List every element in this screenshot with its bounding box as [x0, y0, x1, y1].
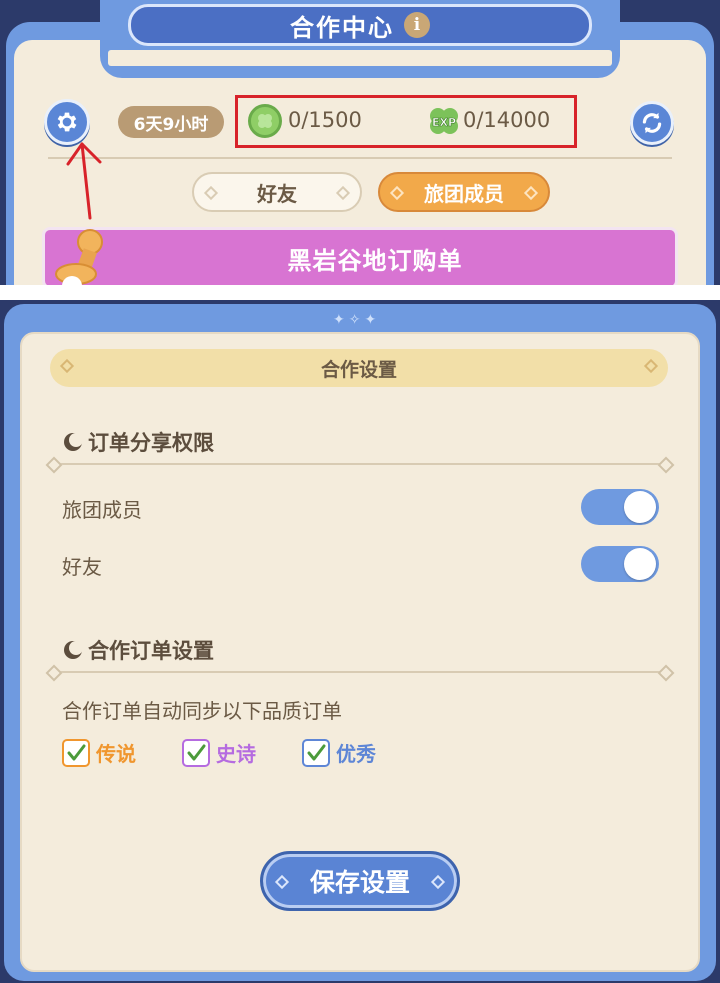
section-divider: [52, 671, 668, 673]
settings-title-bar: 合作设置: [50, 349, 668, 387]
cooperation-center-panel: 合作中心 i 6天9小时 0/1500 EXP 0/14000 好友 旅团成员 …: [0, 0, 720, 285]
crescent-icon: [64, 433, 83, 451]
title-bar: 合作中心 i: [128, 4, 592, 46]
timer-badge: 6天9小时: [118, 106, 224, 138]
order-banner[interactable]: 黑岩谷地订购单: [42, 227, 678, 285]
refresh-button[interactable]: [630, 101, 674, 145]
checkmark-icon: [182, 738, 210, 767]
exp-progress: 0/14000: [463, 108, 551, 132]
ornament: ✦✧✦: [333, 312, 381, 328]
red-arrow-annotation: [66, 142, 102, 220]
gear-icon: [57, 112, 77, 132]
dialog-title: 合作设置: [320, 358, 397, 381]
tab-guild-members-label: 旅团成员: [424, 181, 504, 206]
checkmark-icon: [302, 738, 330, 767]
title-underline: [108, 50, 612, 66]
info-icon[interactable]: i: [404, 12, 430, 38]
tab-friends-label: 好友: [257, 181, 297, 206]
coin-progress: 0/1500: [288, 108, 362, 132]
quality-epic-checkbox[interactable]: 史诗: [182, 738, 256, 767]
section-divider: [52, 463, 668, 465]
tab-friends[interactable]: 好友: [192, 172, 362, 212]
save-settings-label: 保存设置: [309, 868, 410, 897]
friends-toggle[interactable]: [581, 546, 659, 582]
share-row-label: 旅团成员: [62, 498, 142, 522]
exp-icon: EXP: [426, 104, 462, 138]
divider: [48, 157, 672, 159]
save-settings-button[interactable]: 保存设置: [260, 851, 460, 911]
share-row-label: 好友: [62, 555, 102, 579]
share-section-heading: 订单分享权限: [62, 427, 214, 457]
pin-icon: [55, 229, 103, 285]
guild-members-toggle[interactable]: [581, 489, 659, 525]
svg-text:EXP: EXP: [432, 116, 456, 129]
page-title: 合作中心: [290, 13, 394, 42]
quality-legendary-checkbox[interactable]: 传说: [62, 738, 136, 767]
clover-coin-icon: [248, 104, 282, 138]
crescent-icon: [64, 641, 83, 659]
coop-section-heading: 合作订单设置: [62, 635, 214, 665]
tab-guild-members[interactable]: 旅团成员: [378, 172, 550, 212]
quality-excellent-checkbox[interactable]: 优秀: [302, 738, 376, 767]
order-title: 黑岩谷地订购单: [287, 246, 463, 275]
checkmark-icon: [62, 738, 90, 767]
settings-button[interactable]: [44, 99, 90, 145]
sync-description: 合作订单自动同步以下品质订单: [62, 699, 342, 723]
cooperation-settings-dialog: ✦✧✦ 合作设置 订单分享权限 旅团成员 好友 合作订单设置 合作订单自动同步以…: [0, 300, 720, 983]
refresh-icon: [642, 112, 662, 134]
